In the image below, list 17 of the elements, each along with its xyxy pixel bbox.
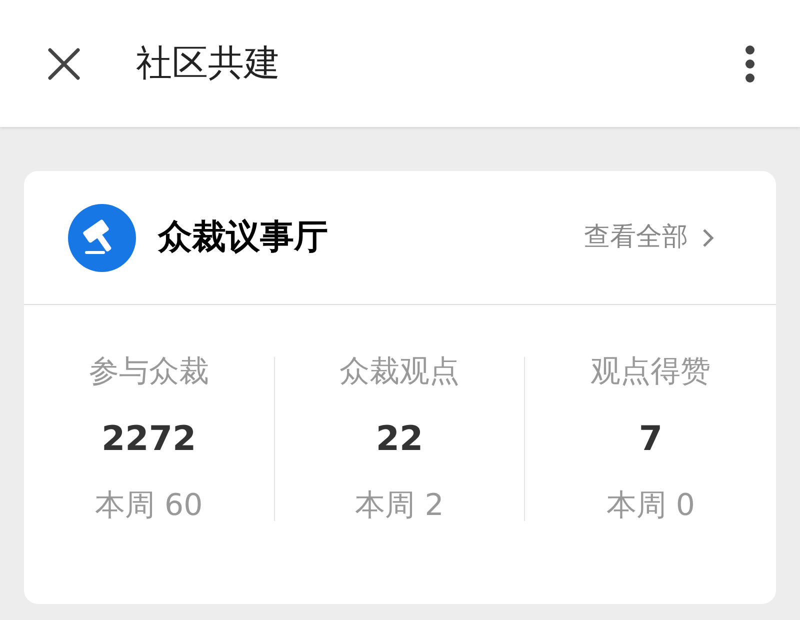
stat-value: 7 <box>638 422 662 456</box>
view-all-link[interactable]: 查看全部 <box>584 218 714 257</box>
weekly-count: 本周 2 <box>355 491 444 521</box>
stat-label: 众裁观点 <box>339 357 460 387</box>
chevron-right-icon <box>702 228 714 248</box>
section-title: 众裁议事厅 <box>158 216 328 259</box>
more-icon <box>745 44 755 82</box>
weekly-count: 本周 60 <box>94 491 203 521</box>
stat-value: 22 <box>376 422 424 456</box>
gavel-icon <box>68 204 136 272</box>
weekly-count: 本周 0 <box>606 491 695 521</box>
stat-label: 参与众裁 <box>88 357 209 387</box>
close-icon <box>47 46 81 80</box>
stat-value: 2272 <box>102 422 196 456</box>
close-button[interactable] <box>46 46 82 82</box>
stat-label: 观点得赞 <box>590 357 711 387</box>
page-title: 社区共建 <box>136 42 280 86</box>
